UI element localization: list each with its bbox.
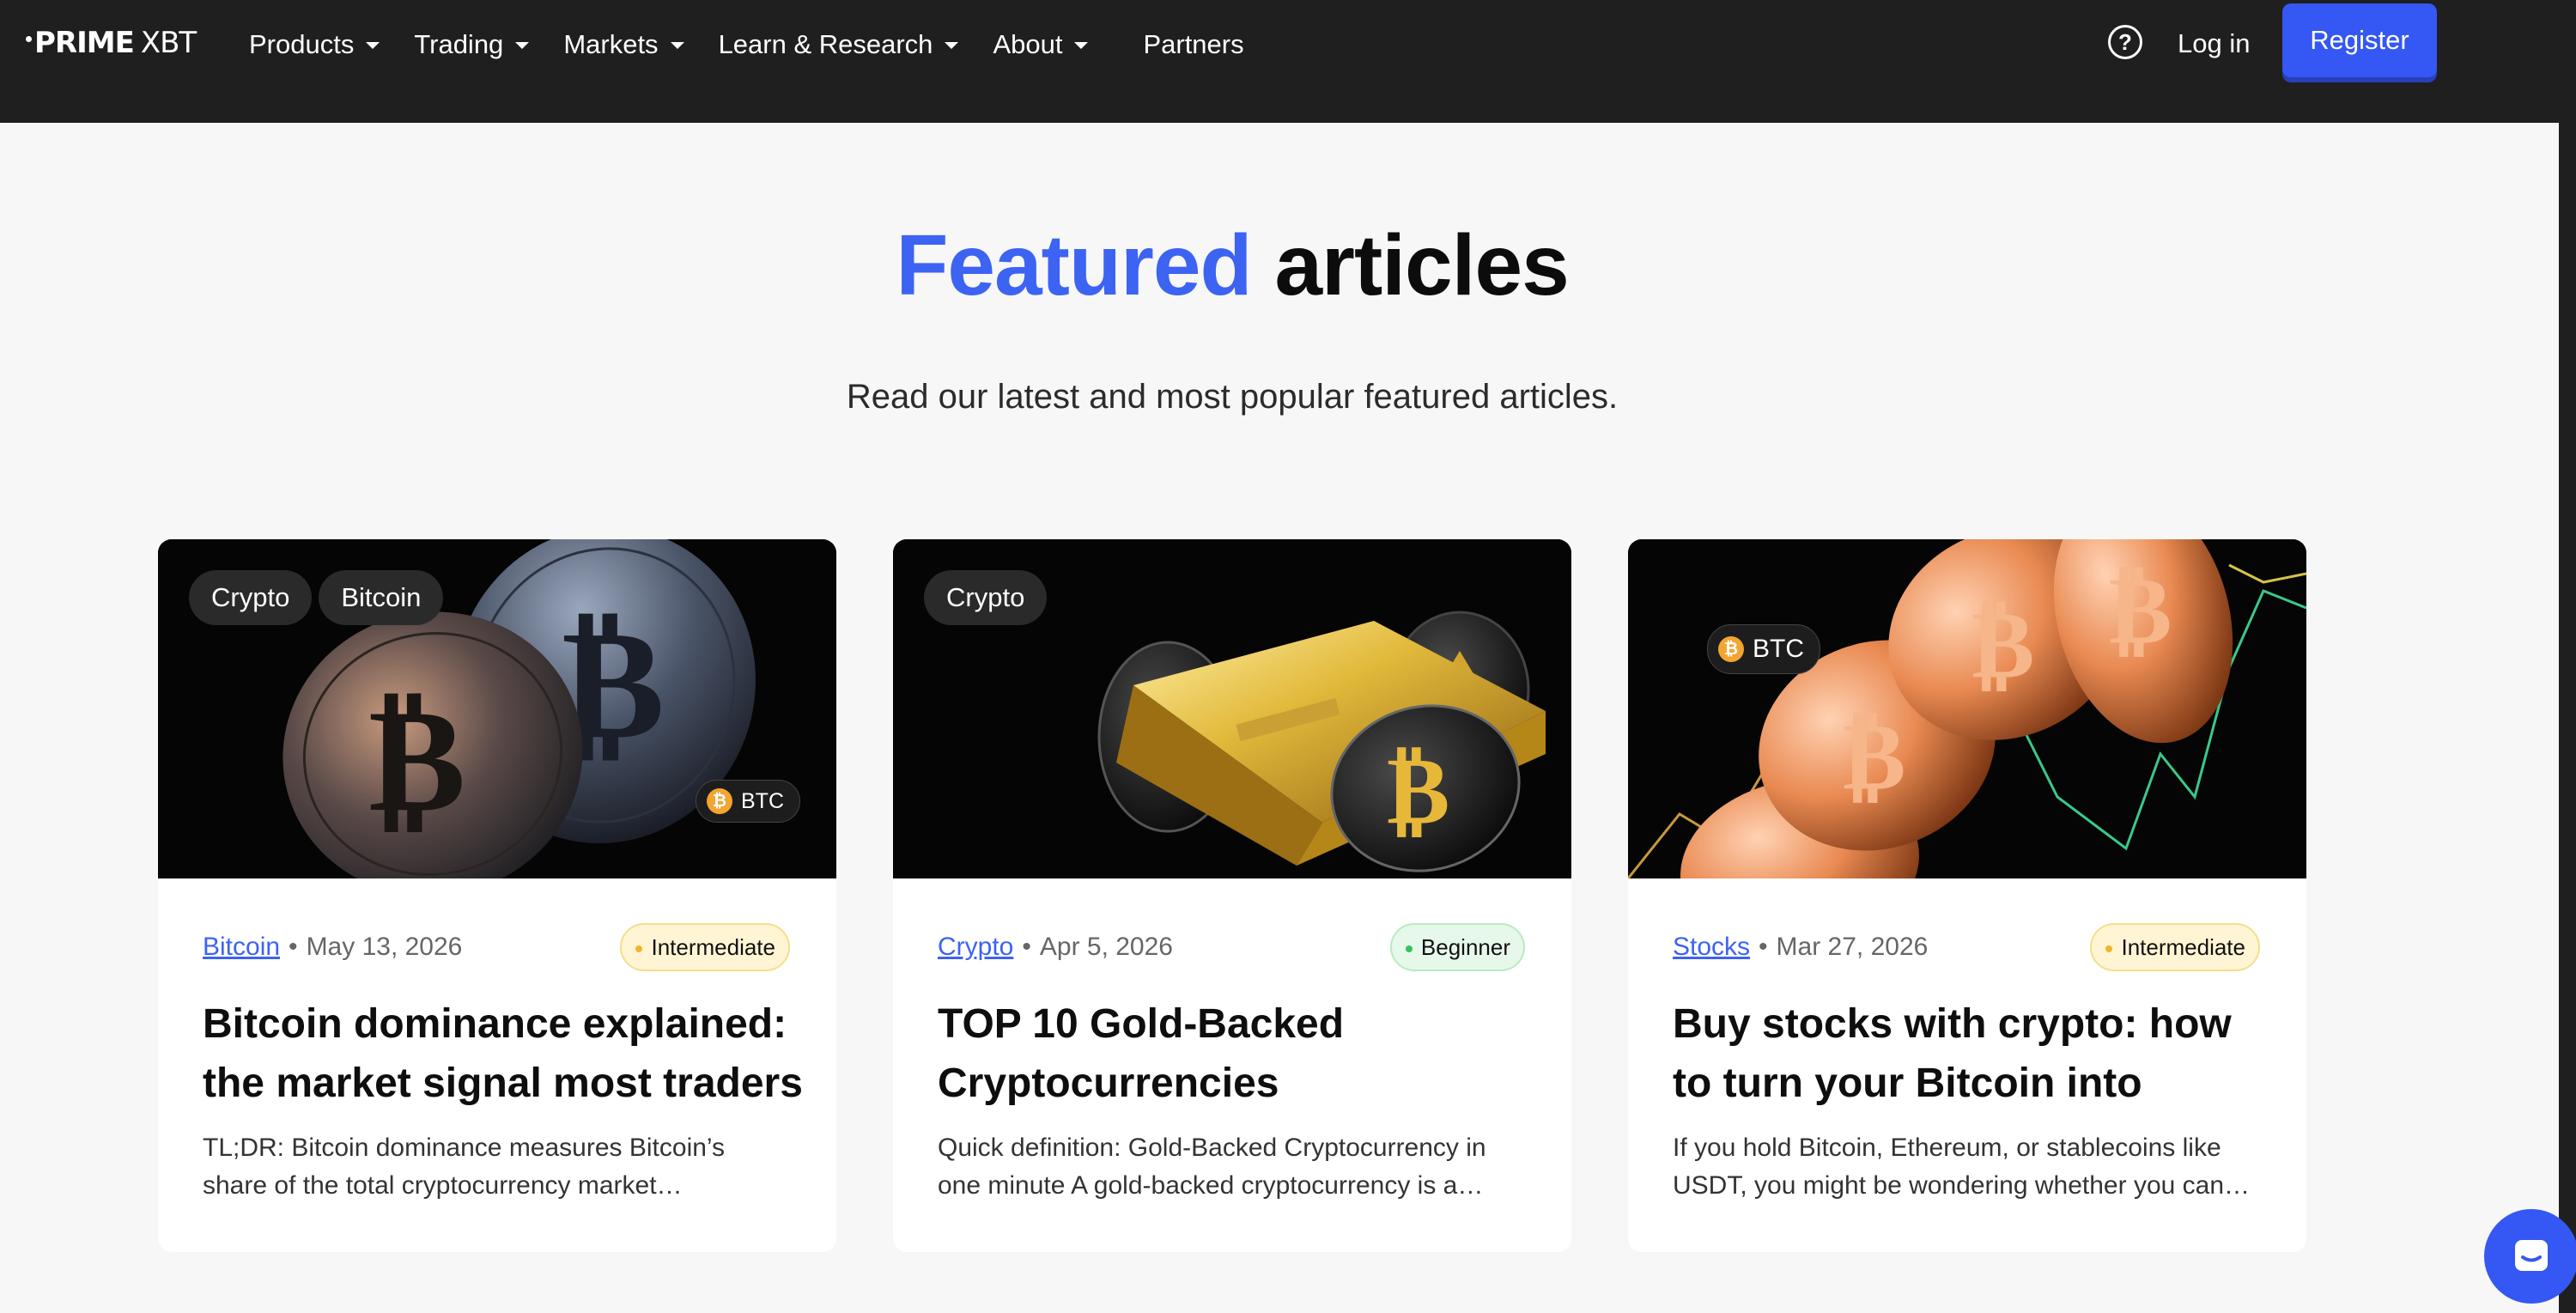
- article-meta: Stocks • Mar 27, 2026: [1673, 933, 1928, 962]
- nav-products[interactable]: Products: [249, 29, 380, 60]
- meta-separator: •: [1759, 933, 1768, 961]
- article-date: Apr 5, 2026: [1039, 933, 1173, 961]
- article-title[interactable]: TOP 10 Gold-Backed Cryptocurrencies: [938, 994, 1539, 1113]
- btc-badge: ₿ BTC: [1707, 624, 1820, 674]
- article-card[interactable]: ₿ ₿ Crypto Bitcoin ₿ BTC Bitcoin • May 1…: [158, 539, 836, 1252]
- bitcoin-icon: ₿: [707, 788, 732, 814]
- meta-separator: •: [1022, 933, 1031, 961]
- article-image[interactable]: ₿ ₿ ₿ ₿ BTC: [1628, 539, 2306, 878]
- nav-trading-label: Trading: [414, 29, 504, 59]
- nav-partners-label: Partners: [1143, 29, 1244, 59]
- register-button[interactable]: Register: [2282, 3, 2437, 77]
- nav-markets-label: Markets: [563, 29, 659, 59]
- article-meta: Crypto • Apr 5, 2026: [938, 933, 1173, 962]
- svg-text:₿: ₿: [368, 675, 465, 845]
- svg-text:₿: ₿: [2109, 555, 2172, 665]
- help-circle-icon[interactable]: ?: [2108, 25, 2142, 59]
- article-title[interactable]: Buy stocks with crypto: how to turn your…: [1673, 994, 2274, 1113]
- main-nav: Products Trading Markets Learn & Researc…: [249, 24, 1279, 65]
- tag-bitcoin[interactable]: Bitcoin: [319, 570, 444, 625]
- nav-products-label: Products: [249, 29, 355, 59]
- svg-text:₿: ₿: [1971, 589, 2034, 699]
- meta-separator: •: [289, 933, 298, 961]
- article-excerpt: Quick definition: Gold-Backed Cryptocurr…: [938, 1134, 1486, 1200]
- orange-bitcoin-coins-illustration: ₿ ₿ ₿: [1628, 539, 2306, 878]
- chevron-down-icon: [515, 42, 530, 49]
- level-badge: Beginner: [1389, 923, 1525, 971]
- article-tags: Crypto Bitcoin: [189, 570, 450, 625]
- article-category-link[interactable]: Crypto: [938, 933, 1013, 962]
- chat-icon: [2515, 1240, 2548, 1271]
- svg-text:₿: ₿: [1387, 735, 1449, 845]
- nav-partners[interactable]: Partners: [1143, 29, 1243, 60]
- article-card[interactable]: ₿ ₿ ₿ ₿ BTC Stocks • Mar 27, 2026 Interm…: [1628, 539, 2306, 1252]
- article-image[interactable]: ₿ ₿ Crypto Bitcoin ₿ BTC: [158, 539, 836, 878]
- article-category-link[interactable]: Stocks: [1673, 933, 1750, 962]
- article-image[interactable]: ₿ Crypto: [893, 539, 1571, 878]
- btc-badge-label: BTC: [1753, 635, 1804, 663]
- primexbt-logo[interactable]: PRIME XBT: [26, 26, 197, 60]
- chevron-down-icon: [945, 42, 959, 49]
- article-excerpt: If you hold Bitcoin, Ethereum, or stable…: [1673, 1134, 2251, 1200]
- section-title-rest: articles: [1274, 217, 1569, 313]
- logo-prime: PRIME: [34, 26, 135, 60]
- article-card[interactable]: ₿ Crypto Crypto • Apr 5, 2026 Beginner T…: [893, 539, 1571, 1252]
- nav-learn-research[interactable]: Learn & Research: [719, 29, 959, 60]
- nav-about[interactable]: About: [993, 29, 1089, 60]
- article-category-link[interactable]: Bitcoin: [203, 933, 280, 962]
- article-tags: Crypto: [924, 570, 1054, 625]
- btc-badge-label: BTC: [741, 788, 784, 813]
- chevron-down-icon: [670, 42, 684, 49]
- chevron-down-icon: [366, 42, 380, 49]
- section-title-accent: Featured: [896, 217, 1252, 313]
- article-date: May 13, 2026: [306, 933, 463, 961]
- article-excerpt: TL;DR: Bitcoin dominance measures Bitcoi…: [203, 1134, 726, 1200]
- btc-badge: ₿ BTC: [696, 780, 800, 823]
- page-scrollbar[interactable]: [2559, 0, 2576, 1313]
- tag-crypto[interactable]: Crypto: [189, 570, 313, 625]
- level-badge: Intermediate: [2090, 923, 2260, 971]
- tag-crypto[interactable]: Crypto: [924, 570, 1048, 625]
- nav-markets[interactable]: Markets: [563, 29, 684, 60]
- nav-learn-research-label: Learn & Research: [718, 29, 933, 59]
- logo-xbt: XBT: [140, 26, 197, 60]
- bitcoin-icon: ₿: [1718, 636, 1744, 662]
- section-title: Featured articles: [0, 216, 2464, 315]
- article-meta: Bitcoin • May 13, 2026: [203, 933, 462, 962]
- nav-trading[interactable]: Trading: [414, 29, 530, 60]
- article-date: Mar 27, 2026: [1776, 933, 1929, 961]
- login-link[interactable]: Log in: [2178, 28, 2250, 59]
- level-badge: Intermediate: [620, 923, 790, 971]
- chevron-down-icon: [1074, 42, 1089, 49]
- chat-button[interactable]: [2484, 1209, 2576, 1304]
- article-title[interactable]: Bitcoin dominance explained: the market …: [203, 994, 804, 1113]
- section-subtitle: Read our latest and most popular feature…: [846, 378, 1619, 416]
- logo-dot: [26, 35, 32, 42]
- help-glyph: ?: [2118, 28, 2132, 55]
- top-navbar: PRIME XBT Products Trading Markets Learn…: [0, 0, 2559, 123]
- nav-about-label: About: [993, 29, 1063, 59]
- svg-text:₿: ₿: [1843, 701, 1905, 811]
